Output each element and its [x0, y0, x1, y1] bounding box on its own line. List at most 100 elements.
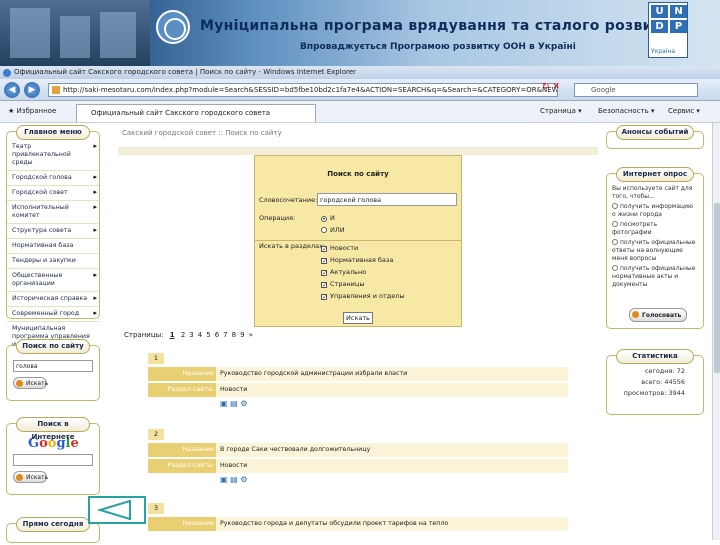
page-link[interactable]: 5: [206, 331, 210, 339]
section-checkbox[interactable]: ✓ Страницы: [321, 280, 364, 289]
un-emblem-icon: [156, 10, 190, 44]
result-number: 1: [148, 353, 164, 364]
toolbar-tools[interactable]: Сервис ▾: [668, 107, 700, 115]
slide-back-button[interactable]: [88, 496, 146, 524]
web-search-button[interactable]: Искать: [13, 471, 48, 483]
result-action-icons[interactable]: ▣ ▤ ⚙: [220, 475, 247, 484]
scrollbar-thumb[interactable]: [714, 203, 720, 373]
stat-line: всего: 44556: [641, 378, 685, 386]
address-toolbar: ◀ ▶ http://saki-mesotaru.com/index.php?m…: [0, 79, 720, 101]
site-search-button[interactable]: Искать: [13, 377, 48, 389]
poll-option[interactable]: получить официальные нормативные акты и …: [612, 265, 698, 289]
back-triangle-icon: [96, 499, 131, 521]
menu-item[interactable]: Городской совет: [7, 186, 99, 201]
bottom-box-title: Прямо сегодня: [16, 517, 90, 532]
page-current: 1: [169, 331, 175, 339]
op-and-radio[interactable]: • И: [321, 214, 335, 223]
result-section-row: Раздел сайта: Новости: [148, 383, 568, 397]
favorites-button[interactable]: ★ Избранное: [8, 107, 56, 115]
sections-label: Искать в разделах:: [259, 242, 326, 250]
site-search-box: Поиск по сайту голова Искать: [6, 339, 100, 401]
result-page-label: Название страницы:: [148, 517, 216, 541]
favorites-bar: ★ Избранное Официальный сайт Сакского го…: [0, 101, 720, 123]
stats-list: сегодня: 72 всего: 44556 просмотров: 3944: [607, 364, 703, 401]
menu-item[interactable]: Городской голова: [7, 171, 99, 186]
result-action-icons[interactable]: ▣ ▤ ⚙: [220, 399, 247, 408]
result-section-row: Раздел сайта: Новости: [148, 459, 568, 473]
result-page-link[interactable]: В городе Саки чествовали долгожительницу: [220, 443, 370, 457]
page-link[interactable]: 4: [198, 331, 202, 339]
result-section-value: Новости: [220, 462, 248, 469]
menu-item[interactable]: Нормативная база: [7, 239, 99, 254]
stats-box: Статистика сегодня: 72 всего: 44556 просмо…: [606, 349, 704, 415]
result-section-label: Раздел сайта:: [148, 459, 216, 473]
poll-option[interactable]: получить официальные ответы на волнующие…: [612, 239, 698, 263]
result-page-row: Название страницы: Руководство города и д…: [148, 517, 568, 541]
vertical-scrollbar[interactable]: [712, 123, 720, 540]
search-form-heading: Поиск по сайту: [327, 170, 389, 178]
window-title-bar: Официальный сайт Сакского городского сов…: [0, 66, 720, 79]
main-menu-box: Главное меню Театр привлекательной среды…: [6, 125, 100, 361]
menu-item[interactable]: Общественные организации: [7, 269, 99, 292]
operation-label: Операция:: [259, 214, 296, 222]
page-link[interactable]: »: [249, 331, 253, 339]
main-menu-title: Главное меню: [16, 125, 90, 140]
menu-item[interactable]: Тендеры и закупки: [7, 254, 99, 269]
result-page-label: Название страницы:: [148, 443, 216, 467]
poll-box: Интернет опрос Вы используете сайт для т…: [606, 167, 704, 329]
menu-item[interactable]: Исполнительный комитет: [7, 201, 99, 224]
web-page: Главное меню Театр привлекательной среды…: [0, 123, 712, 543]
poll-option[interactable]: посмотреть фотографии: [612, 221, 698, 237]
menu-item[interactable]: Структура совета: [7, 224, 99, 239]
back-arrow-icon[interactable]: ◀: [4, 82, 20, 98]
program-banner: Муніципальна програма врядування та стал…: [0, 0, 720, 66]
poll-option[interactable]: получить информацию о жизни города: [612, 203, 698, 219]
toolbar-security[interactable]: Безопасность ▾: [598, 107, 654, 115]
refresh-stop-icon[interactable]: ↻ ✕: [542, 82, 560, 92]
section-checkbox[interactable]: ✓ Новости: [321, 244, 358, 253]
page-link[interactable]: 9: [240, 331, 244, 339]
result-page-link[interactable]: Руководство города и депутаты обсудили п…: [220, 517, 448, 531]
page-link[interactable]: 7: [223, 331, 227, 339]
stats-title: Статистика: [616, 349, 694, 364]
web-search-input[interactable]: [13, 454, 93, 466]
section-checkbox[interactable]: ✓ Актуально: [321, 268, 366, 277]
site-search-title: Поиск по сайту: [16, 339, 90, 354]
site-search-input[interactable]: голова: [13, 360, 93, 372]
menu-item[interactable]: Современный город: [7, 307, 99, 322]
menu-item[interactable]: Историческая справка: [7, 292, 99, 307]
bottom-box: Прямо сегодня: [6, 517, 100, 543]
toolbar-page[interactable]: Страница ▾: [540, 107, 582, 115]
form-search-button[interactable]: Искать: [343, 312, 373, 324]
city-hall-photo: [0, 0, 150, 66]
web-search-box: Поиск в Интернете Google Искать: [6, 417, 100, 495]
stat-line: просмотров: 3944: [623, 389, 685, 397]
result-page-label: Название страницы:: [148, 367, 216, 391]
menu-item[interactable]: Театр привлекательной среды: [7, 140, 99, 171]
main-menu: Театр привлекательной средыГородской гол…: [7, 140, 99, 361]
section-checkbox[interactable]: ✓ Нормативная база: [321, 256, 393, 265]
page-link[interactable]: 8: [232, 331, 236, 339]
address-input[interactable]: http://saki-mesotaru.com/index.php?modul…: [48, 83, 558, 97]
result-number: 2: [148, 429, 164, 440]
banner-subtitle: Впроваджується Програмою розвитку ООН в …: [300, 42, 576, 52]
browser-search-input[interactable]: Google: [574, 83, 698, 97]
vote-button[interactable]: Голосовать: [629, 308, 687, 322]
pagination: Страницы: 1 2 3 4 5 6 7 8 9 »: [124, 331, 261, 339]
browser-tab[interactable]: Официальный сайт Сакского городского сов…: [76, 104, 316, 122]
section-checkbox[interactable]: ✓ Управления и отделы: [321, 292, 405, 301]
breadcrumb: Сакский городской совет :: Поиск по сайт…: [122, 129, 282, 137]
page-link[interactable]: 2: [181, 331, 185, 339]
search-form: Поиск по сайту Словосочетание: городской…: [254, 155, 462, 327]
undp-logo: U N D P Україна: [648, 2, 688, 58]
result-page-link[interactable]: Руководство городской администрации избр…: [220, 367, 407, 381]
page-link[interactable]: 3: [189, 331, 193, 339]
result-page-row: Название страницы: Руководство городской …: [148, 367, 568, 391]
keyword-input[interactable]: городской голова: [317, 193, 457, 206]
result-number: 3: [148, 503, 164, 514]
forward-arrow-icon[interactable]: ▶: [24, 82, 40, 98]
op-or-radio[interactable]: ИЛИ: [321, 226, 345, 234]
search-header-strip: [118, 147, 598, 155]
page-link[interactable]: 6: [215, 331, 219, 339]
pagination-label: Страницы:: [124, 331, 164, 339]
